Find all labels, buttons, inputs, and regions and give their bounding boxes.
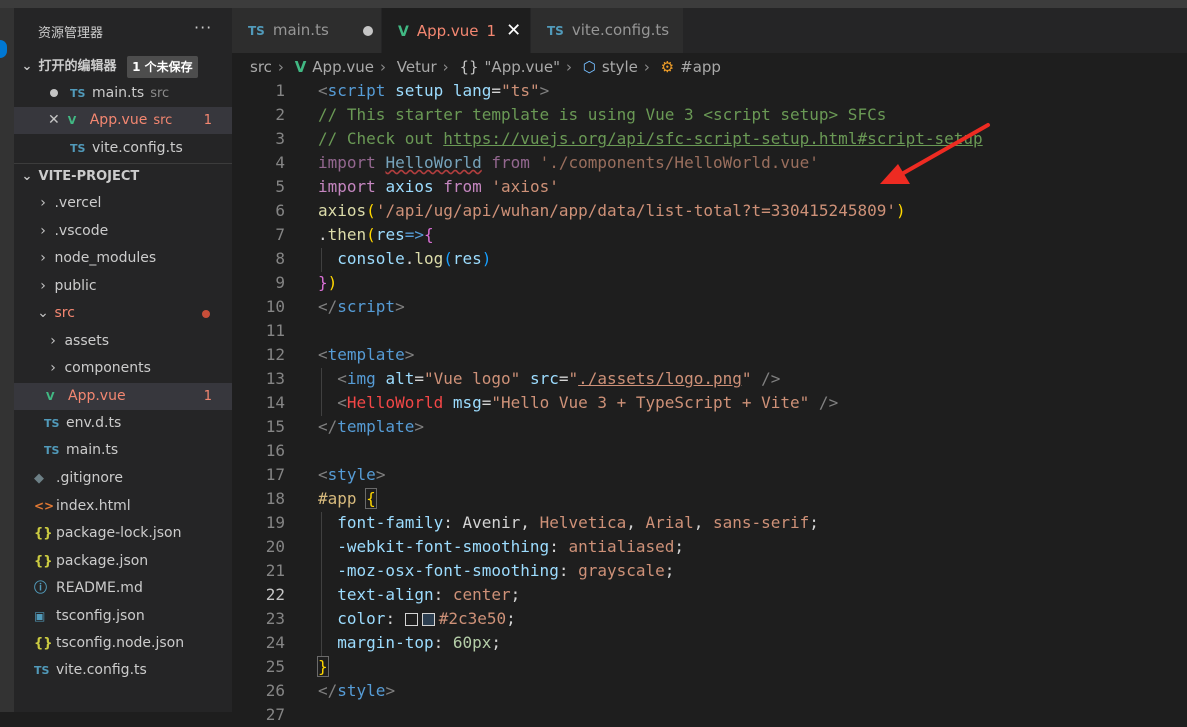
arrow-shaft (898, 123, 990, 177)
annotation-arrow-icon (880, 123, 990, 184)
